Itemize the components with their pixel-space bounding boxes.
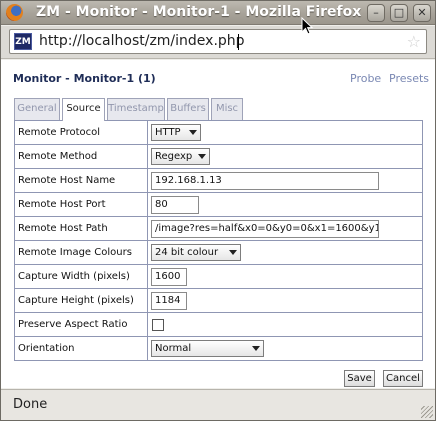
page-content: Monitor - Monitor-1 (1) Probe Presets Ge… [1, 60, 435, 388]
table-row: Capture Height (pixels) 1184 [14, 288, 423, 313]
presets-link[interactable]: Presets [389, 72, 429, 85]
preserve-aspect-ratio-cell [147, 312, 423, 337]
table-row: Capture Width (pixels) 1600 [14, 264, 423, 289]
dropdown-arrow-icon [198, 154, 206, 159]
preserve-aspect-ratio-checkbox[interactable] [152, 318, 164, 331]
remote-protocol-value: HTTP [155, 127, 181, 138]
remote-host-port-cell: 80 [147, 192, 423, 217]
remote-image-colours-select[interactable]: 24 bit colour [151, 244, 241, 261]
probe-link[interactable]: Probe [350, 72, 381, 85]
capture-height-label: Capture Height (pixels) [14, 288, 148, 313]
remote-host-name-label: Remote Host Name [14, 168, 148, 193]
save-button[interactable]: Save [344, 370, 375, 387]
remote-host-path-label: Remote Host Path [14, 216, 148, 241]
mouse-cursor-icon [301, 17, 313, 35]
text-caret [238, 34, 239, 50]
status-text: Done [13, 397, 48, 412]
orientation-cell: Normal [147, 336, 423, 361]
remote-image-colours-value: 24 bit colour [155, 247, 219, 258]
orientation-value: Normal [155, 343, 192, 354]
title-bar[interactable]: ZM - Monitor - Monitor-1 - Mozilla Firef… [1, 1, 435, 25]
capture-height-cell: 1184 [147, 288, 423, 313]
site-favicon-icon: ZM [14, 33, 32, 50]
dropdown-arrow-icon [229, 250, 237, 255]
tab-misc[interactable]: Misc [211, 98, 243, 120]
remote-host-port-label: Remote Host Port [14, 192, 148, 217]
remote-image-colours-label: Remote Image Colours [14, 240, 148, 265]
capture-width-input[interactable]: 1600 [151, 267, 187, 286]
preserve-aspect-ratio-label: Preserve Aspect Ratio [14, 312, 148, 337]
resize-grip-icon[interactable] [421, 406, 433, 418]
remote-method-select[interactable]: Regexp [151, 148, 210, 165]
cancel-button[interactable]: Cancel [383, 370, 423, 387]
table-row: Remote Protocol HTTP [14, 120, 423, 145]
maximize-icon[interactable]: □ [390, 4, 408, 22]
tab-general[interactable]: General [14, 98, 60, 120]
url-text: http://localhost/zm/index.php [39, 33, 245, 49]
tab-timestamp[interactable]: Timestamp [107, 98, 165, 120]
table-row: Remote Host Path /image?res=half&x0=0&y0… [14, 216, 423, 241]
remote-protocol-select[interactable]: HTTP [151, 124, 201, 141]
remote-host-name-input[interactable]: 192.168.1.13 [151, 171, 379, 190]
remote-host-name-cell: 192.168.1.13 [147, 168, 423, 193]
status-bar: Done [1, 389, 435, 420]
table-row: Remote Host Name 192.168.1.13 [14, 168, 423, 193]
dropdown-arrow-icon [252, 346, 260, 351]
remote-protocol-cell: HTTP [147, 120, 423, 145]
firefox-icon [6, 4, 23, 21]
capture-height-input[interactable]: 1184 [151, 291, 187, 310]
table-row: Remote Method Regexp [14, 144, 423, 169]
remote-method-label: Remote Method [14, 144, 148, 169]
capture-width-cell: 1600 [147, 264, 423, 289]
close-icon[interactable]: ✕ [413, 4, 431, 22]
bookmark-star-icon[interactable]: ☆ [407, 32, 421, 51]
remote-method-value: Regexp [155, 151, 193, 162]
remote-image-colours-cell: 24 bit colour [147, 240, 423, 265]
remote-method-cell: Regexp [147, 144, 423, 169]
table-row: Remote Host Port 80 [14, 192, 423, 217]
browser-window: ZM - Monitor - Monitor-1 - Mozilla Firef… [0, 0, 436, 421]
table-row: Orientation Normal [14, 336, 423, 361]
source-settings-table: Remote Protocol HTTP Remote Method Regex… [14, 120, 423, 361]
url-input[interactable]: ZM http://localhost/zm/index.php ☆ [9, 29, 427, 54]
remote-protocol-label: Remote Protocol [14, 120, 148, 145]
capture-width-label: Capture Width (pixels) [14, 264, 148, 289]
dropdown-arrow-icon [189, 130, 197, 135]
tab-buffers[interactable]: Buffers [167, 98, 209, 120]
orientation-label: Orientation [14, 336, 148, 361]
orientation-select[interactable]: Normal [151, 340, 264, 357]
remote-host-port-input[interactable]: 80 [151, 195, 199, 214]
minimize-icon[interactable]: – [367, 4, 385, 22]
window-title: ZM - Monitor - Monitor-1 - Mozilla Firef… [36, 4, 362, 20]
remote-host-path-cell: /image?res=half&x0=0&y0=0&x1=1600&y1=118 [147, 216, 423, 241]
tab-source[interactable]: Source [62, 98, 105, 121]
remote-host-path-input[interactable]: /image?res=half&x0=0&y0=0&x1=1600&y1=118 [151, 219, 379, 238]
page-title: Monitor - Monitor-1 (1) [13, 72, 156, 85]
navigation-toolbar: ZM http://localhost/zm/index.php ☆ [1, 26, 435, 59]
table-row: Preserve Aspect Ratio [14, 312, 423, 337]
table-row: Remote Image Colours 24 bit colour [14, 240, 423, 265]
